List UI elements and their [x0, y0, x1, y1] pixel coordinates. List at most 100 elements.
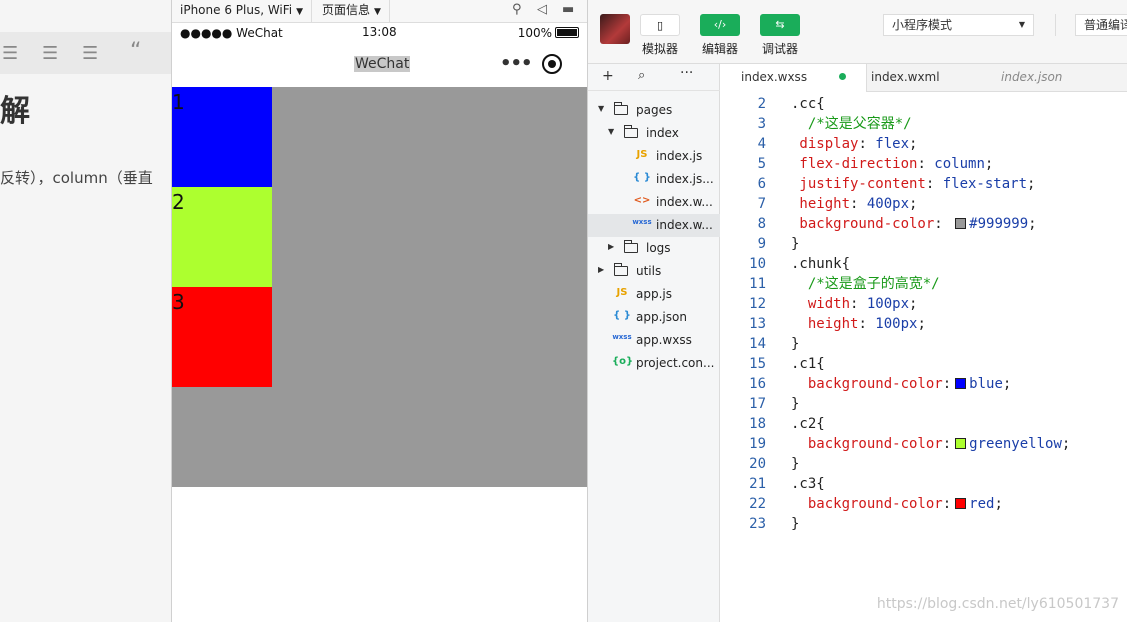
pin-icon[interactable]: ⚲ [512, 2, 522, 17]
avatar[interactable] [600, 14, 630, 44]
more-icon[interactable]: ··· [680, 65, 693, 81]
line-number: 11 [749, 276, 766, 292]
code-token: display [791, 136, 859, 152]
color-swatch[interactable] [955, 438, 967, 449]
tree-item[interactable]: ▼ index [588, 122, 720, 145]
phone-nav-bar: WeChat ••• [172, 43, 587, 87]
simulator-toggle-button[interactable]: ▯ [640, 14, 680, 36]
chevron-right-icon[interactable]: ▶ [608, 242, 614, 251]
code-text: .c2{ [791, 414, 825, 434]
color-swatch[interactable] [955, 218, 967, 229]
line-number: 9 [757, 236, 766, 252]
code-token: column [934, 156, 985, 172]
mode-select[interactable]: 小程序模式 ▼ [883, 14, 1034, 36]
line-number: 2 [757, 96, 766, 112]
carrier-label: ●●●●● WeChat [180, 26, 283, 40]
page-info-label: 页面信息 [322, 3, 371, 17]
tree-item-label: index [646, 126, 679, 140]
editor-toggle-button[interactable]: ‹/› [700, 14, 740, 36]
code-token: ; [909, 196, 918, 212]
code-text: background-color: blue; [791, 374, 1011, 394]
doc-panel: ☰ ☰ ☰ “ 解 反转），column（垂直 [0, 0, 171, 622]
mute-icon[interactable]: ◁ [537, 2, 547, 17]
checklist-icon[interactable]: ☰ [82, 43, 98, 64]
tree-item-label: app.json [636, 310, 687, 324]
code-token: : [942, 496, 952, 512]
code-token: .c3{ [791, 476, 825, 492]
tree-item[interactable]: ▶ logs [588, 237, 720, 260]
code-token: } [791, 516, 800, 532]
chevron-down-icon[interactable]: ▼ [608, 127, 614, 136]
code-token: background-color [791, 216, 935, 232]
page-info-select[interactable]: 页面信息 ▼ [314, 0, 390, 22]
code-line: 9} [721, 234, 1127, 254]
ide-panel: ▯ 模拟器 ‹/› 编辑器 ⇆ 调试器 小程序模式 ▼ 普通编译 + ⌕ ··· … [587, 0, 1127, 622]
chunk-c1: 1 [172, 87, 272, 187]
chevron-down-icon[interactable]: ▼ [598, 104, 604, 113]
more-icon[interactable]: ••• [500, 53, 533, 74]
tab-label: index.wxss [741, 70, 808, 84]
watermark: https://blog.csdn.net/ly610501737 [876, 596, 1119, 612]
window-icon[interactable]: ▬ [562, 2, 574, 17]
code-text: } [791, 234, 799, 254]
debugger-toggle-button[interactable]: ⇆ [760, 14, 800, 36]
tree-item[interactable]: { } index.js... [588, 168, 720, 191]
code-text: } [791, 454, 799, 474]
folder-open-icon [624, 125, 638, 138]
tree-item[interactable]: JS app.js [588, 283, 720, 306]
compile-select[interactable]: 普通编译 [1075, 14, 1127, 36]
code-token: /*这是盒子的高宽*/ [791, 276, 940, 292]
code-editor: index.wxss index.wxml index.json 2 .cc{3 /*… [721, 64, 1127, 622]
code-area[interactable]: 2 .cc{3 /*这是父容器*/4 display: flex; 5 flex-d… [721, 94, 1127, 614]
wxml-file-icon: <> [633, 195, 651, 206]
add-file-icon[interactable]: + [602, 68, 614, 84]
code-token: ; [909, 136, 918, 152]
json-file-icon: { } [613, 310, 631, 321]
code-line: 14} [721, 334, 1127, 354]
tree-item-label: utils [636, 264, 662, 278]
device-select[interactable]: iPhone 6 Plus, WiFi ▼ [172, 0, 313, 22]
tree-item[interactable]: wxss index.w... [588, 214, 720, 237]
code-token: } [791, 336, 800, 352]
code-text: .c3{ [791, 474, 825, 494]
tree-item[interactable]: ▶ utils [588, 260, 720, 283]
tab-index-wxml[interactable]: index.wxml [851, 64, 960, 92]
code-line: 11 /*这是盒子的高宽*/ [721, 274, 1127, 294]
quote-icon[interactable]: “ [130, 39, 141, 64]
tab-index-json[interactable]: index.json [981, 64, 1082, 92]
line-number: 19 [749, 436, 766, 452]
numbered-list-icon[interactable]: ☰ [42, 43, 58, 64]
tree-item[interactable]: {o} project.con... [588, 352, 720, 375]
code-token: background-color [791, 436, 943, 452]
tree-item[interactable]: ▼ pages [588, 99, 720, 122]
code-text: width: 100px; [791, 294, 918, 314]
code-text: justify-content: flex-start; [791, 174, 1035, 194]
color-swatch[interactable] [955, 378, 967, 389]
code-token: flex-direction [791, 156, 918, 172]
tree-item-label: app.js [636, 287, 672, 301]
line-number: 4 [757, 136, 766, 152]
tree-item[interactable]: wxss app.wxss [588, 329, 720, 352]
code-token: : [850, 296, 867, 312]
chevron-right-icon[interactable]: ▶ [598, 265, 604, 274]
search-icon[interactable]: ⌕ [638, 68, 645, 83]
color-swatch[interactable] [955, 498, 967, 509]
tree-item[interactable]: JS index.js [588, 145, 720, 168]
code-token: : [925, 176, 943, 192]
phone-icon: ▯ [656, 19, 664, 32]
line-number: 7 [757, 196, 766, 212]
tab-index-wxss[interactable]: index.wxss [721, 64, 868, 92]
code-token: #999999 [969, 216, 1029, 232]
chevron-down-icon: ▼ [1018, 20, 1025, 29]
code-line: 16 background-color: blue; [721, 374, 1127, 394]
capsule-close-icon[interactable] [542, 54, 562, 74]
code-token: ; [1027, 176, 1036, 192]
tree-item[interactable]: <> index.w... [588, 191, 720, 214]
tree-item-label: index.w... [656, 218, 713, 232]
code-line: 3 /*这是父容器*/ [721, 114, 1127, 134]
bullet-list-icon[interactable]: ☰ [2, 43, 18, 64]
code-line: 22 background-color: red; [721, 494, 1127, 514]
tree-item[interactable]: { } app.json [588, 306, 720, 329]
tree-item-label: project.con... [636, 356, 715, 370]
code-token: height [791, 316, 859, 332]
